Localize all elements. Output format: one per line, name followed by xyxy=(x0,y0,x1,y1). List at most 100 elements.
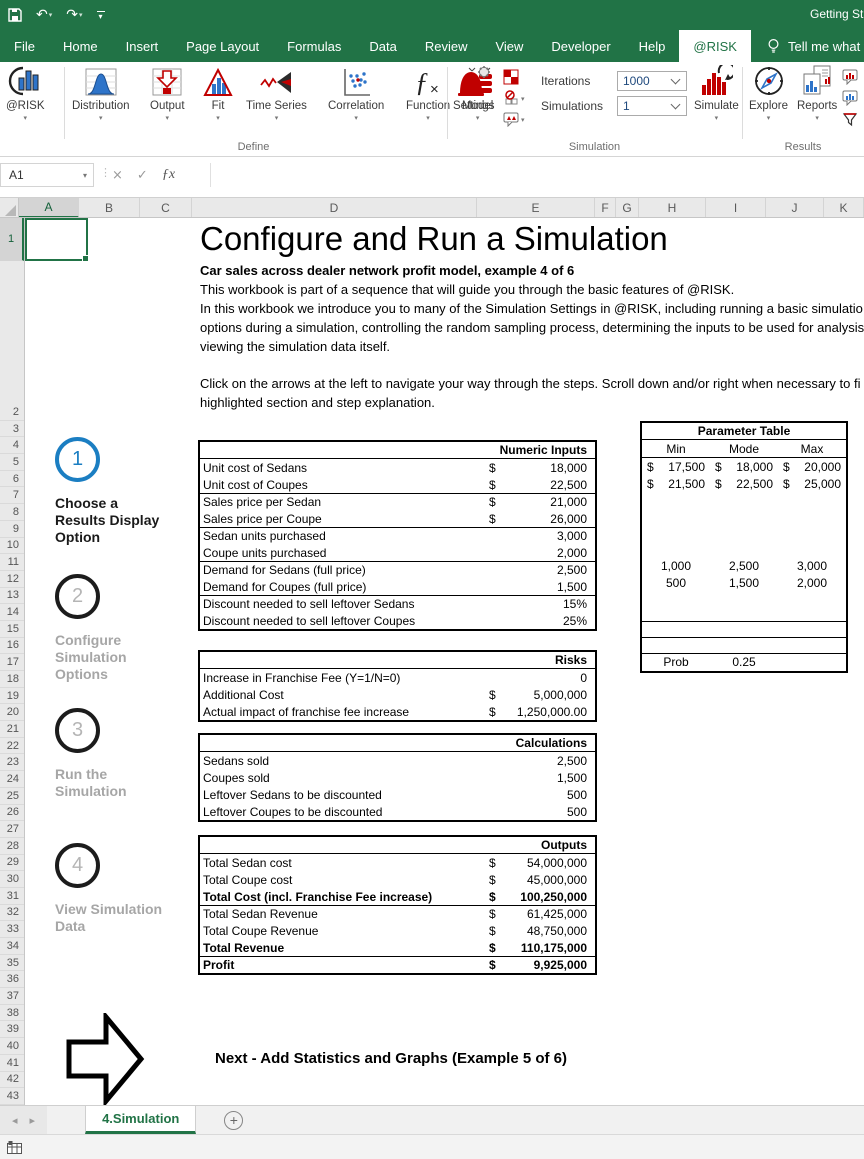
formula-input[interactable] xyxy=(210,163,864,187)
row-header[interactable]: 28 xyxy=(0,838,24,855)
cell-value[interactable]: $18,000 xyxy=(489,461,595,475)
menu-tab[interactable]: Home xyxy=(49,30,112,62)
row-header[interactable]: 33 xyxy=(0,921,24,938)
new-sheet-button[interactable]: + xyxy=(224,1111,243,1130)
menu-tab[interactable]: Help xyxy=(625,30,680,62)
menu-tab[interactable]: Developer xyxy=(537,30,624,62)
undo-button[interactable]: ↶▾ xyxy=(36,7,52,23)
cell-label[interactable]: Sales price per Coupe xyxy=(200,512,489,526)
row-header[interactable]: 26 xyxy=(0,805,24,822)
ribbon-function-button[interactable]: ƒ× Function ▾ xyxy=(406,65,450,122)
column-header[interactable]: C xyxy=(140,198,192,218)
cell-value[interactable]: 0 xyxy=(489,671,595,685)
row-header[interactable]: 29 xyxy=(0,855,24,872)
cell-label[interactable]: Coupe units purchased xyxy=(200,546,489,560)
column-header[interactable]: B xyxy=(79,198,140,218)
cell-value[interactable]: $18,000 xyxy=(710,458,778,475)
random-static-toggle-button[interactable] xyxy=(503,68,525,86)
ribbon-output-button[interactable]: Output ▾ xyxy=(150,65,185,122)
row-header[interactable]: 7 xyxy=(0,487,24,504)
cell-label[interactable]: Additional Cost xyxy=(200,688,489,702)
cell-label[interactable]: Sedans sold xyxy=(200,754,489,768)
table-header[interactable]: Calculations xyxy=(200,735,595,752)
cell-value[interactable]: 3,000 xyxy=(489,529,595,543)
insert-function-icon[interactable]: ƒx xyxy=(162,167,175,183)
filter-button[interactable] xyxy=(842,110,858,128)
prob-value[interactable]: 0.25 xyxy=(710,654,778,671)
row-header[interactable]: 24 xyxy=(0,771,24,788)
ribbon-correlation-button[interactable]: Correlation ▾ xyxy=(328,65,384,122)
column-header[interactable]: A xyxy=(19,198,79,218)
row-header[interactable]: 6 xyxy=(0,471,24,488)
table-header[interactable]: Outputs xyxy=(200,837,595,854)
row-header[interactable]: 37 xyxy=(0,988,24,1005)
row-header[interactable]: 14 xyxy=(0,604,24,621)
cell-value[interactable]: $9,925,000 xyxy=(489,958,595,972)
browse-results-button[interactable] xyxy=(842,68,858,86)
row-header[interactable]: 35 xyxy=(0,955,24,972)
row-header[interactable]: 11 xyxy=(0,554,24,571)
cell-value[interactable]: 500 xyxy=(642,575,710,592)
cell-value[interactable]: 2,500 xyxy=(710,558,778,575)
active-cell-selection[interactable] xyxy=(25,218,88,261)
row-header[interactable]: 9 xyxy=(0,521,24,538)
simulations-input[interactable]: 1 xyxy=(617,96,687,116)
row-header[interactable]: 5 xyxy=(0,454,24,471)
cell-label[interactable]: Actual impact of franchise fee increase xyxy=(200,705,489,719)
cell-label[interactable]: Coupes sold xyxy=(200,771,489,785)
cell-label[interactable]: Total Sedan Revenue xyxy=(200,907,489,921)
cell-label[interactable]: Discount needed to sell leftover Coupes xyxy=(200,614,489,628)
cancel-icon[interactable]: × xyxy=(112,168,123,183)
menu-tab[interactable]: Formulas xyxy=(273,30,355,62)
row-header[interactable]: 13 xyxy=(0,588,24,605)
row-header[interactable]: 3 xyxy=(0,421,24,438)
cell-value[interactable]: $21,500 xyxy=(642,475,710,492)
column-header[interactable]: E xyxy=(477,198,595,218)
cell-value[interactable]: $17,500 xyxy=(642,458,710,475)
cell-label[interactable]: Demand for Sedans (full price) xyxy=(200,563,489,577)
cell-label[interactable]: Total Coupe Revenue xyxy=(200,924,489,938)
row-header[interactable]: 41 xyxy=(0,1055,24,1072)
row-header[interactable]: 22 xyxy=(0,738,24,755)
tell-me-box[interactable]: Tell me what you want xyxy=(751,30,864,62)
cell-label[interactable]: Total Revenue xyxy=(200,941,489,955)
cell-value[interactable]: 1,500 xyxy=(489,771,595,785)
parameter-column-header[interactable]: Mode xyxy=(710,440,778,457)
row-header[interactable]: 36 xyxy=(0,971,24,988)
cell-value[interactable]: 1,500 xyxy=(489,580,595,594)
menu-tab[interactable]: Insert xyxy=(112,30,173,62)
row-header[interactable]: 10 xyxy=(0,538,24,555)
cell-label[interactable]: Total Cost (incl. Franchise Fee increase… xyxy=(200,890,489,904)
cell-label[interactable]: Sedan units purchased xyxy=(200,529,489,543)
cell-value[interactable]: $54,000,000 xyxy=(489,856,595,870)
cell-value[interactable]: 2,000 xyxy=(489,546,595,560)
row-header[interactable]: 42 xyxy=(0,1072,24,1089)
ribbon-reports-button[interactable]: Reports ▾ xyxy=(797,65,837,122)
parameter-column-header[interactable]: Max xyxy=(778,440,846,457)
cell-value[interactable]: $100,250,000 xyxy=(489,890,595,904)
cell-label[interactable]: Demand for Coupes (full price) xyxy=(200,580,489,594)
save-button[interactable] xyxy=(8,8,22,22)
cell-value[interactable]: 500 xyxy=(489,788,595,802)
row-header[interactable]: 39 xyxy=(0,1021,24,1038)
row-header[interactable]: 18 xyxy=(0,671,24,688)
column-header[interactable]: D xyxy=(192,198,477,218)
cell-value[interactable]: $110,175,000 xyxy=(489,941,595,955)
parameter-table-title[interactable]: Parameter Table xyxy=(642,423,846,440)
cell-label[interactable]: Leftover Coupes to be discounted xyxy=(200,805,489,819)
row-header[interactable]: 17 xyxy=(0,654,24,671)
menu-tab[interactable]: File xyxy=(0,30,49,62)
cell-value[interactable]: 2,500 xyxy=(489,563,595,577)
row-header[interactable]: 30 xyxy=(0,871,24,888)
cell-value[interactable]: $1,250,000.00 xyxy=(489,705,595,719)
row-header[interactable]: 15 xyxy=(0,621,24,638)
empty-row[interactable] xyxy=(642,622,846,638)
ribbon-settings-button[interactable]: Settings xyxy=(453,65,495,112)
select-all-corner[interactable] xyxy=(0,198,19,218)
cell-label[interactable]: Profit xyxy=(200,958,489,972)
prev-sheet-button[interactable]: ◂ xyxy=(12,1114,18,1127)
cell-value[interactable]: $22,500 xyxy=(710,475,778,492)
cell-value[interactable]: 1,000 xyxy=(642,558,710,575)
ribbon-explore-button[interactable]: Explore ▾ xyxy=(749,65,788,122)
customize-quick-access-button[interactable]: ▾ xyxy=(97,11,105,19)
